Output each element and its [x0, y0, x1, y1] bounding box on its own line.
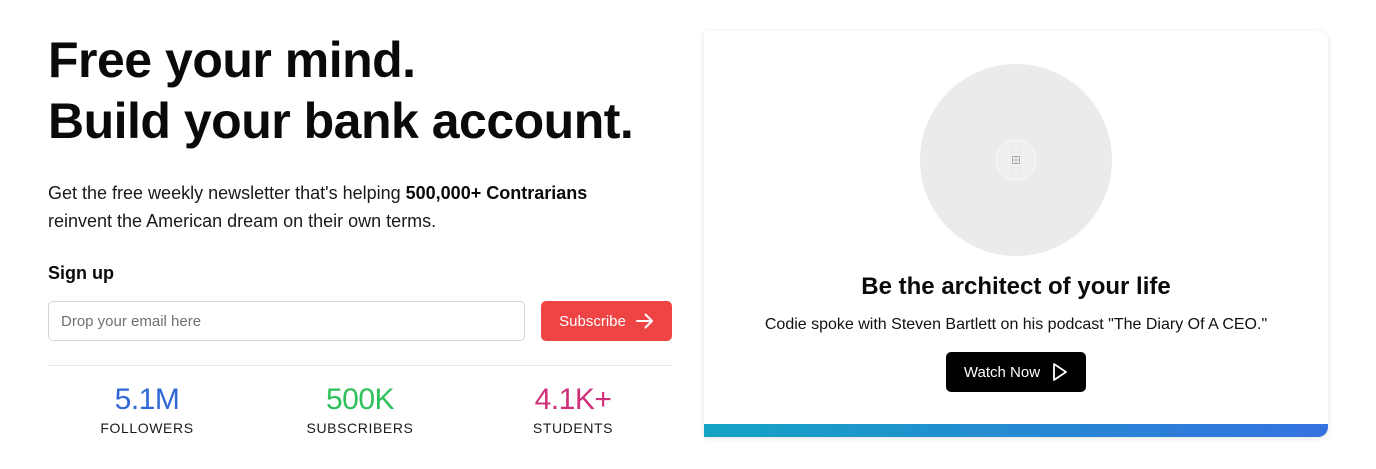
hero-intro: Get the free weekly newsletter that's he…	[48, 179, 672, 235]
stat-label-followers: FOLLOWERS	[100, 420, 194, 436]
stats-row: 5.1M FOLLOWERS 500K SUBSCRIBERS 4.1K+ ST…	[48, 366, 672, 446]
arrow-right-icon	[635, 313, 653, 329]
stat-subscribers: 500K SUBSCRIBERS	[280, 382, 440, 436]
hero-section: Free your mind. Build your bank account.…	[48, 30, 672, 446]
signup-label: Sign up	[48, 263, 114, 283]
card-subtitle: Codie spoke with Steven Bartlett on his …	[764, 316, 1268, 333]
intro-text-suffix: reinvent the American dream on their own…	[48, 211, 437, 231]
email-input[interactable]	[48, 301, 525, 341]
watch-now-label: Watch Now	[963, 363, 1041, 381]
subscribe-label: Subscribe	[559, 312, 626, 330]
stat-followers: 5.1M FOLLOWERS	[67, 382, 227, 436]
stat-value-followers: 5.1M	[114, 383, 180, 416]
intro-text-prefix: Get the free weekly newsletter that's he…	[48, 183, 406, 203]
hero-headline: Free your mind. Build your bank account.	[48, 30, 672, 152]
image-placeholder-icon	[995, 139, 1037, 181]
landing-page: Free your mind. Build your bank account.…	[0, 0, 1376, 469]
guest-photo	[920, 64, 1112, 256]
stat-value-subscribers: 500K	[325, 383, 395, 416]
subscribe-button[interactable]: Subscribe	[541, 301, 672, 341]
intro-highlight: 500,000+ Contrarians	[405, 183, 588, 203]
stat-value-students: 4.1K+	[534, 383, 612, 416]
stat-students: 4.1K+ STUDENTS	[493, 382, 653, 436]
headline-line-2: Build your bank account.	[48, 93, 634, 149]
podcast-promo-card: Be the architect of your life Codie spok…	[704, 31, 1328, 437]
signup-form: Subscribe	[48, 301, 672, 341]
stat-label-students: STUDENTS	[532, 420, 614, 436]
play-icon	[1053, 363, 1067, 381]
card-title: Be the architect of your life	[861, 273, 1171, 300]
watch-now-button[interactable]: Watch Now	[946, 352, 1086, 392]
headline-line-1: Free your mind.	[48, 32, 416, 88]
stat-label-subscribers: SUBSCRIBERS	[306, 420, 414, 436]
card-accent-bar	[704, 424, 1328, 437]
card-content: Be the architect of your life Codie spok…	[704, 31, 1328, 437]
